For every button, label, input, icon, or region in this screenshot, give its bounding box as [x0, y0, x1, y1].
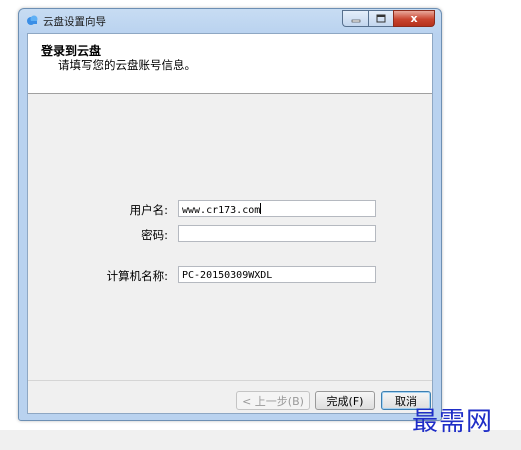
cloud-app-icon [27, 15, 38, 25]
username-input[interactable]: www.cr173.com [178, 200, 376, 217]
page-subtitle: 请填写您的云盘账号信息。 [58, 58, 196, 72]
password-input[interactable] [178, 225, 376, 242]
back-button[interactable]: < 上一步(B) [236, 391, 310, 410]
wizard-client-area: 登录到云盘 请填写您的云盘账号信息。 用户名: www.cr173.com 密码… [27, 33, 433, 414]
username-value: www.cr173.com [182, 205, 261, 216]
footer-divider [28, 380, 432, 381]
minimize-icon [351, 19, 360, 22]
minimize-button[interactable] [342, 10, 368, 27]
finish-button[interactable]: 完成(F) [315, 391, 375, 410]
close-icon: x [410, 12, 418, 25]
computer-name-input[interactable]: PC-20150309WXDL [178, 266, 376, 283]
computer-name-value: PC-20150309WXDL [182, 270, 273, 281]
window-title: 云盘设置向导 [43, 16, 106, 28]
computer-name-label: 计算机名称: [106, 269, 168, 283]
title-bar[interactable]: 云盘设置向导 x [19, 9, 441, 33]
maximize-button[interactable] [368, 10, 393, 27]
text-caret [260, 203, 262, 214]
close-button[interactable]: x [393, 10, 435, 27]
password-label: 密码: [141, 228, 168, 242]
caption-buttons: x [342, 10, 435, 27]
maximize-icon [376, 14, 386, 23]
setup-wizard-window: 云盘设置向导 x 登录到云盘 请填写您的云盘账号信息。 用户名: www.cr1… [18, 8, 442, 421]
wizard-header: 登录到云盘 请填写您的云盘账号信息。 [28, 34, 432, 94]
site-watermark: 最需网 [412, 407, 494, 437]
username-label: 用户名: [129, 203, 168, 217]
